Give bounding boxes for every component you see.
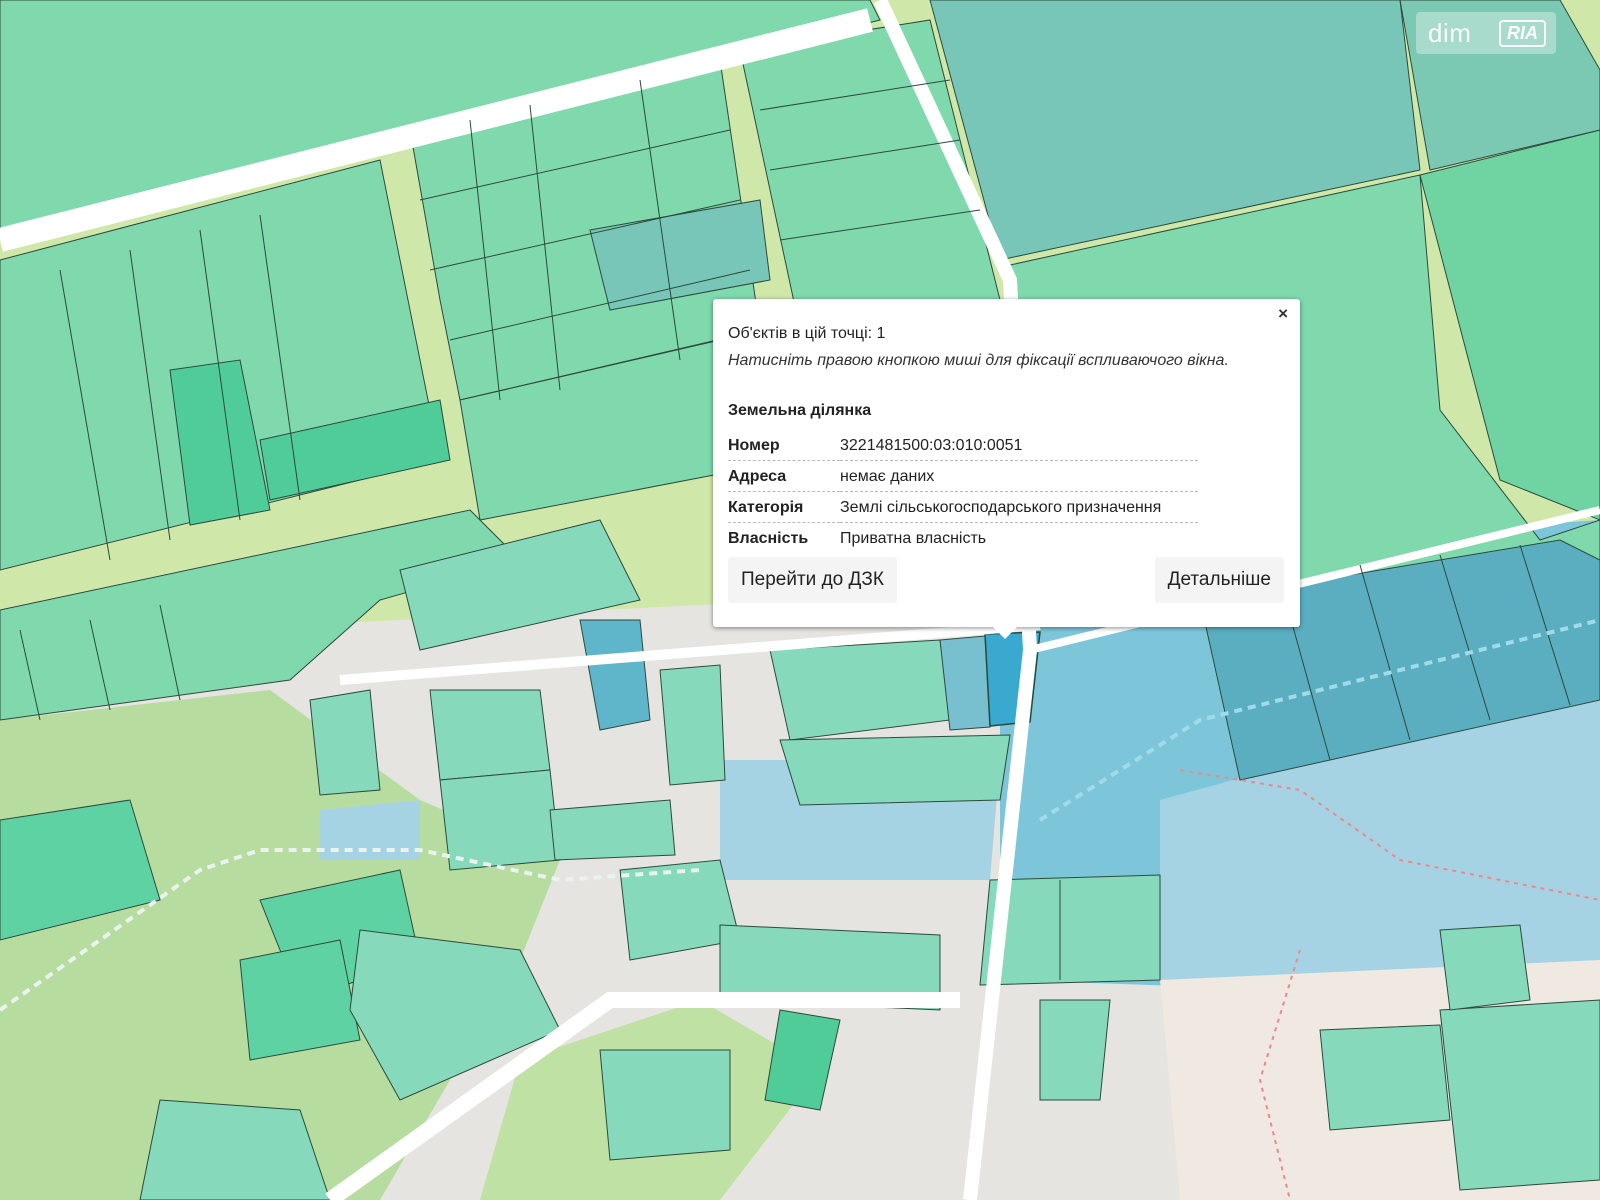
popup-pointer: [993, 627, 1017, 639]
parcel-village-2[interactable]: [429, 689, 551, 781]
popup-actions: Перейти до ДЗК Детальніше: [728, 557, 1284, 603]
object-type-title: Земельна ділянка: [728, 402, 872, 419]
parcel-village-16[interactable]: [1039, 999, 1111, 1101]
parcel-bottom-left[interactable]: [139, 1099, 331, 1200]
attribute-value: Приватна власність: [840, 530, 987, 547]
objects-count: Об'єктів в цій точці: 1: [728, 325, 886, 342]
attributes-table: Номер 3221481500:03:010:0051 Адреса нема…: [728, 430, 1198, 553]
watermark-logo: dim RIA: [1416, 12, 1556, 54]
parcel-village-12[interactable]: [239, 939, 361, 1061]
attribute-key: Категорія: [728, 491, 840, 523]
parcel-village-17[interactable]: [1319, 1024, 1451, 1131]
parcel-village-7[interactable]: [309, 689, 381, 796]
attribute-value: Землі сільськогосподарського призначення: [840, 491, 1198, 523]
close-icon[interactable]: ×: [1278, 305, 1288, 322]
parcel-village-15[interactable]: [599, 1049, 731, 1161]
attribute-row: Адреса немає даних: [728, 460, 1198, 492]
attribute-row: Категорія Землі сільськогосподарського п…: [728, 491, 1198, 523]
parcel-village-6[interactable]: [779, 734, 1011, 806]
parcel-village-18[interactable]: [1439, 999, 1600, 1191]
watermark-text: dim: [1428, 17, 1472, 48]
popup-hint: Натисніть правою кнопкою миші для фіксац…: [728, 352, 1229, 369]
attribute-key: Адреса: [728, 460, 840, 492]
goto-dzk-button[interactable]: Перейти до ДЗК: [728, 557, 897, 603]
parcel-village-8[interactable]: [549, 799, 676, 861]
attribute-key: Власність: [728, 530, 809, 547]
parcel-village-4[interactable]: [659, 664, 726, 786]
parcel-village-3[interactable]: [439, 769, 561, 871]
watermark-badge: RIA: [1499, 19, 1546, 47]
parcel-village-19[interactable]: [1439, 924, 1531, 1011]
attribute-key: Номер: [728, 430, 840, 461]
parcel-info-popup: × Об'єктів в цій точці: 1 Натисніть прав…: [713, 299, 1300, 639]
attribute-value: 3221481500:03:010:0051: [840, 430, 1198, 461]
attribute-value: немає даних: [840, 460, 1198, 492]
details-button[interactable]: Детальніше: [1154, 557, 1284, 603]
attribute-row: Номер 3221481500:03:010:0051: [728, 430, 1198, 461]
attribute-row: Власність Приватна власність: [728, 523, 1198, 554]
